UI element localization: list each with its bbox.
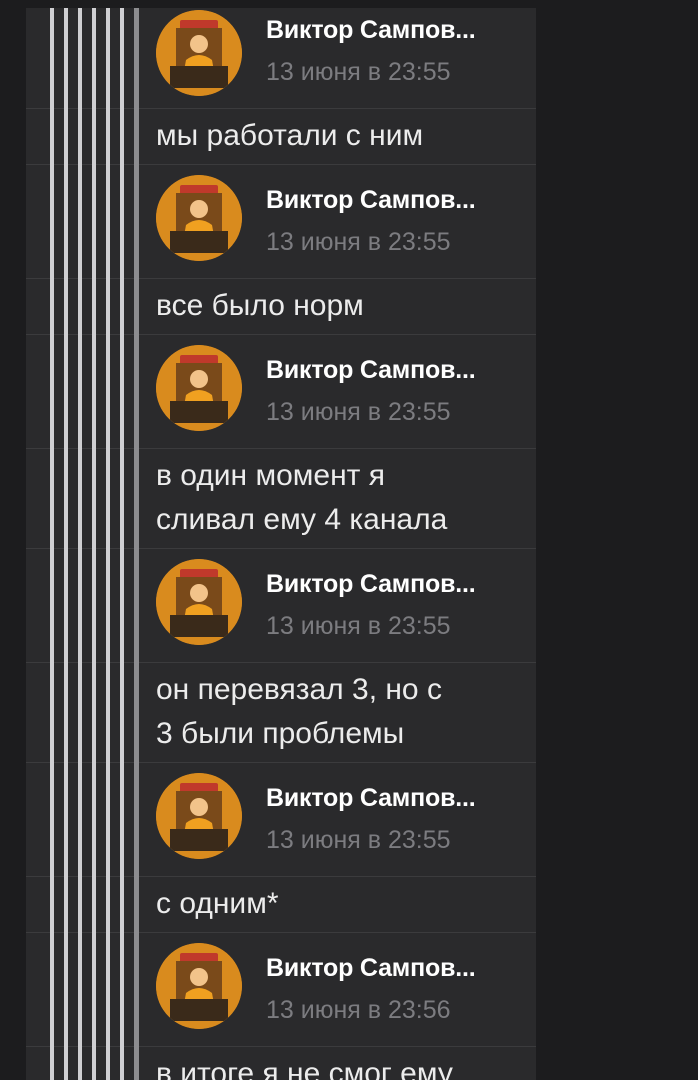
comment-timestamp[interactable]: 13 июня в 23:56 <box>266 996 451 1025</box>
comment-header[interactable]: Виктор Сампов... 13 июня в 23:55 <box>26 763 536 877</box>
comment-timestamp[interactable]: 13 июня в 23:55 <box>266 612 451 641</box>
author-name[interactable]: Виктор Сампов... <box>266 784 476 813</box>
author-name[interactable]: Виктор Сампов... <box>266 356 476 385</box>
comment-text: все было норм <box>156 289 364 322</box>
comment-text: с одним* <box>156 887 279 920</box>
comment-text-line: сливал ему 4 канала <box>156 503 448 536</box>
user-avatar-icon[interactable] <box>156 773 242 859</box>
comment-text-line: 3 были проблемы <box>156 717 405 750</box>
comment-body: с одним* <box>26 877 536 933</box>
comment-text-line: в один момент я <box>156 459 385 492</box>
comment-timestamp[interactable]: 13 июня в 23:55 <box>266 58 451 87</box>
comment-text: в итоге я не смог ему <box>156 1057 453 1080</box>
comment-body: он перевязал 3, но с 3 были проблемы <box>26 663 536 763</box>
comment-header[interactable]: Виктор Сампов... 13 июня в 23:55 <box>26 549 536 663</box>
comment-timestamp[interactable]: 13 июня в 23:55 <box>266 826 451 855</box>
comment-body: в один момент я сливал ему 4 канала <box>26 449 536 549</box>
comment-header[interactable]: Виктор Сампов... 13 июня в 23:55 <box>26 8 536 109</box>
author-name[interactable]: Виктор Сампов... <box>266 954 476 983</box>
user-avatar-icon[interactable] <box>156 175 242 261</box>
author-name[interactable]: Виктор Сампов... <box>266 570 476 599</box>
comment-body: в итоге я не смог ему <box>26 1047 536 1080</box>
comment-body: все было норм <box>26 279 536 335</box>
author-name[interactable]: Виктор Сампов... <box>266 186 476 215</box>
comment-text-line: он перевязал 3, но с <box>156 673 442 706</box>
user-avatar-icon[interactable] <box>156 10 242 96</box>
comment-text: мы работали с ним <box>156 119 424 152</box>
comment-body: мы работали с ним <box>26 109 536 165</box>
comment-header[interactable]: Виктор Сампов... 13 июня в 23:55 <box>26 165 536 279</box>
comment-header[interactable]: Виктор Сампов... 13 июня в 23:55 <box>26 335 536 449</box>
comment-thread-panel: Виктор Сампов... 13 июня в 23:55 мы рабо… <box>26 8 536 1080</box>
author-name[interactable]: Виктор Сампов... <box>266 16 476 45</box>
user-avatar-icon[interactable] <box>156 559 242 645</box>
comment-timestamp[interactable]: 13 июня в 23:55 <box>266 398 451 427</box>
comment-timestamp[interactable]: 13 июня в 23:55 <box>266 228 451 257</box>
comment-header[interactable]: Виктор Сампов... 13 июня в 23:56 <box>26 933 536 1047</box>
user-avatar-icon[interactable] <box>156 345 242 431</box>
user-avatar-icon[interactable] <box>156 943 242 1029</box>
